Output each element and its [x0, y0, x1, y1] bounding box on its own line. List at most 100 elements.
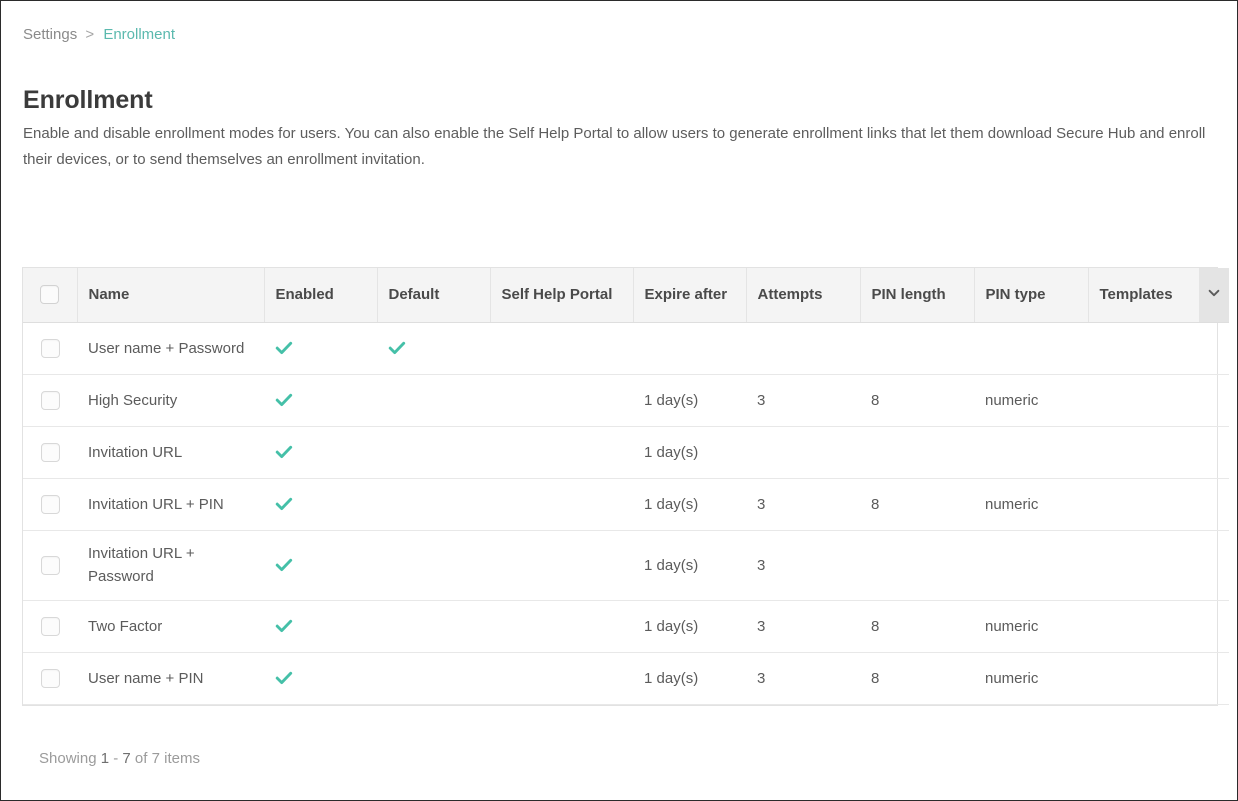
- select-all-checkbox[interactable]: [40, 285, 59, 304]
- checkmark-icon: [275, 617, 293, 635]
- cell-templates: [1088, 530, 1199, 600]
- column-header-self-help-portal[interactable]: Self Help Portal: [490, 268, 633, 322]
- cell-name: Invitation URL + PIN: [77, 478, 264, 530]
- column-header-enabled[interactable]: Enabled: [264, 268, 377, 322]
- cell-self-help-portal: [490, 530, 633, 600]
- cell-pin-type: [974, 530, 1088, 600]
- cell-self-help-portal: [490, 426, 633, 478]
- row-checkbox-cell[interactable]: [23, 478, 77, 530]
- checkmark-icon: [275, 391, 293, 409]
- cell-templates: [1088, 322, 1199, 374]
- row-checkbox[interactable]: [41, 669, 60, 688]
- row-checkbox[interactable]: [41, 443, 60, 462]
- cell-expire-after: 1 day(s): [633, 374, 746, 426]
- row-checkbox[interactable]: [41, 495, 60, 514]
- page-title: Enrollment: [23, 84, 153, 116]
- cell-expire-after: 1 day(s): [633, 478, 746, 530]
- row-checkbox[interactable]: [41, 339, 60, 358]
- breadcrumb-enrollment[interactable]: Enrollment: [103, 26, 175, 43]
- cell-enabled: [264, 478, 377, 530]
- cell-pin-type: numeric: [974, 374, 1088, 426]
- row-checkbox-cell[interactable]: [23, 322, 77, 374]
- breadcrumb-separator: >: [85, 26, 94, 43]
- cell-pin-length: [860, 426, 974, 478]
- cell-enabled: [264, 322, 377, 374]
- chevron-down-icon[interactable]: [1207, 286, 1221, 300]
- row-checkbox-cell[interactable]: [23, 600, 77, 652]
- cell-self-help-portal: [490, 600, 633, 652]
- cell-spacer: [1199, 374, 1229, 426]
- cell-self-help-portal: [490, 478, 633, 530]
- cell-enabled: [264, 652, 377, 704]
- cell-name: Two Factor: [77, 600, 264, 652]
- table-body: User name + PasswordHigh Security1 day(s…: [23, 322, 1229, 704]
- cell-expire-after: 1 day(s): [633, 426, 746, 478]
- cell-pin-type: numeric: [974, 652, 1088, 704]
- checkmark-icon: [275, 443, 293, 461]
- table-row[interactable]: Invitation URL + Password1 day(s)3: [23, 530, 1229, 600]
- cell-pin-type: numeric: [974, 600, 1088, 652]
- row-checkbox[interactable]: [41, 617, 60, 636]
- cell-default: [377, 426, 490, 478]
- cell-templates: [1088, 600, 1199, 652]
- cell-default: [377, 530, 490, 600]
- column-header-templates[interactable]: Templates: [1088, 268, 1199, 322]
- cell-name: Invitation URL + Password: [77, 530, 264, 600]
- row-checkbox-cell[interactable]: [23, 652, 77, 704]
- table-row[interactable]: User name + Password: [23, 322, 1229, 374]
- row-checkbox-cell[interactable]: [23, 426, 77, 478]
- range-start: 1: [101, 750, 109, 767]
- items-label: items: [164, 750, 200, 767]
- of-label: of: [135, 750, 148, 767]
- row-checkbox-cell[interactable]: [23, 374, 77, 426]
- cell-default: [377, 600, 490, 652]
- checkmark-icon: [275, 556, 293, 574]
- table-row[interactable]: Invitation URL 1 day(s): [23, 426, 1229, 478]
- table-row[interactable]: Two Factor1 day(s)38numeric: [23, 600, 1229, 652]
- cell-attempts: [746, 426, 860, 478]
- column-header-default[interactable]: Default: [377, 268, 490, 322]
- table-row[interactable]: Invitation URL + PIN1 day(s)38numeric: [23, 478, 1229, 530]
- row-checkbox[interactable]: [41, 556, 60, 575]
- checkmark-icon: [388, 339, 406, 357]
- cell-spacer: [1199, 600, 1229, 652]
- breadcrumb: Settings > Enrollment: [23, 25, 175, 45]
- cell-attempts: [746, 322, 860, 374]
- column-chooser-header[interactable]: [1199, 268, 1229, 322]
- checkmark-icon: [275, 669, 293, 687]
- column-header-expire-after[interactable]: Expire after: [633, 268, 746, 322]
- cell-pin-length: 8: [860, 652, 974, 704]
- total-count: 7: [152, 750, 160, 767]
- table-header-row: Name Enabled Default Self Help Portal Ex…: [23, 268, 1229, 322]
- cell-templates: [1088, 478, 1199, 530]
- breadcrumb-settings[interactable]: Settings: [23, 26, 77, 43]
- cell-default: [377, 652, 490, 704]
- cell-name: User name + PIN: [77, 652, 264, 704]
- cell-enabled: [264, 426, 377, 478]
- column-header-pin-length[interactable]: PIN length: [860, 268, 974, 322]
- enrollment-page: Settings > Enrollment Enrollment Enable …: [0, 0, 1238, 801]
- column-header-name[interactable]: Name: [77, 268, 264, 322]
- cell-templates: [1088, 652, 1199, 704]
- cell-attempts: 3: [746, 530, 860, 600]
- cell-self-help-portal: [490, 374, 633, 426]
- row-checkbox[interactable]: [41, 391, 60, 410]
- cell-name: Invitation URL: [77, 426, 264, 478]
- cell-pin-type: [974, 322, 1088, 374]
- cell-attempts: 3: [746, 600, 860, 652]
- showing-label: Showing: [39, 750, 97, 767]
- cell-pin-length: [860, 322, 974, 374]
- table-row[interactable]: High Security1 day(s)38numeric: [23, 374, 1229, 426]
- row-checkbox-cell[interactable]: [23, 530, 77, 600]
- cell-enabled: [264, 374, 377, 426]
- column-header-pin-type[interactable]: PIN type: [974, 268, 1088, 322]
- select-all-header: [23, 268, 77, 322]
- cell-expire-after: 1 day(s): [633, 600, 746, 652]
- cell-default: [377, 374, 490, 426]
- cell-spacer: [1199, 478, 1229, 530]
- table-row[interactable]: User name + PIN1 day(s)38numeric: [23, 652, 1229, 704]
- cell-default: [377, 322, 490, 374]
- column-header-attempts[interactable]: Attempts: [746, 268, 860, 322]
- cell-expire-after: 1 day(s): [633, 652, 746, 704]
- cell-spacer: [1199, 322, 1229, 374]
